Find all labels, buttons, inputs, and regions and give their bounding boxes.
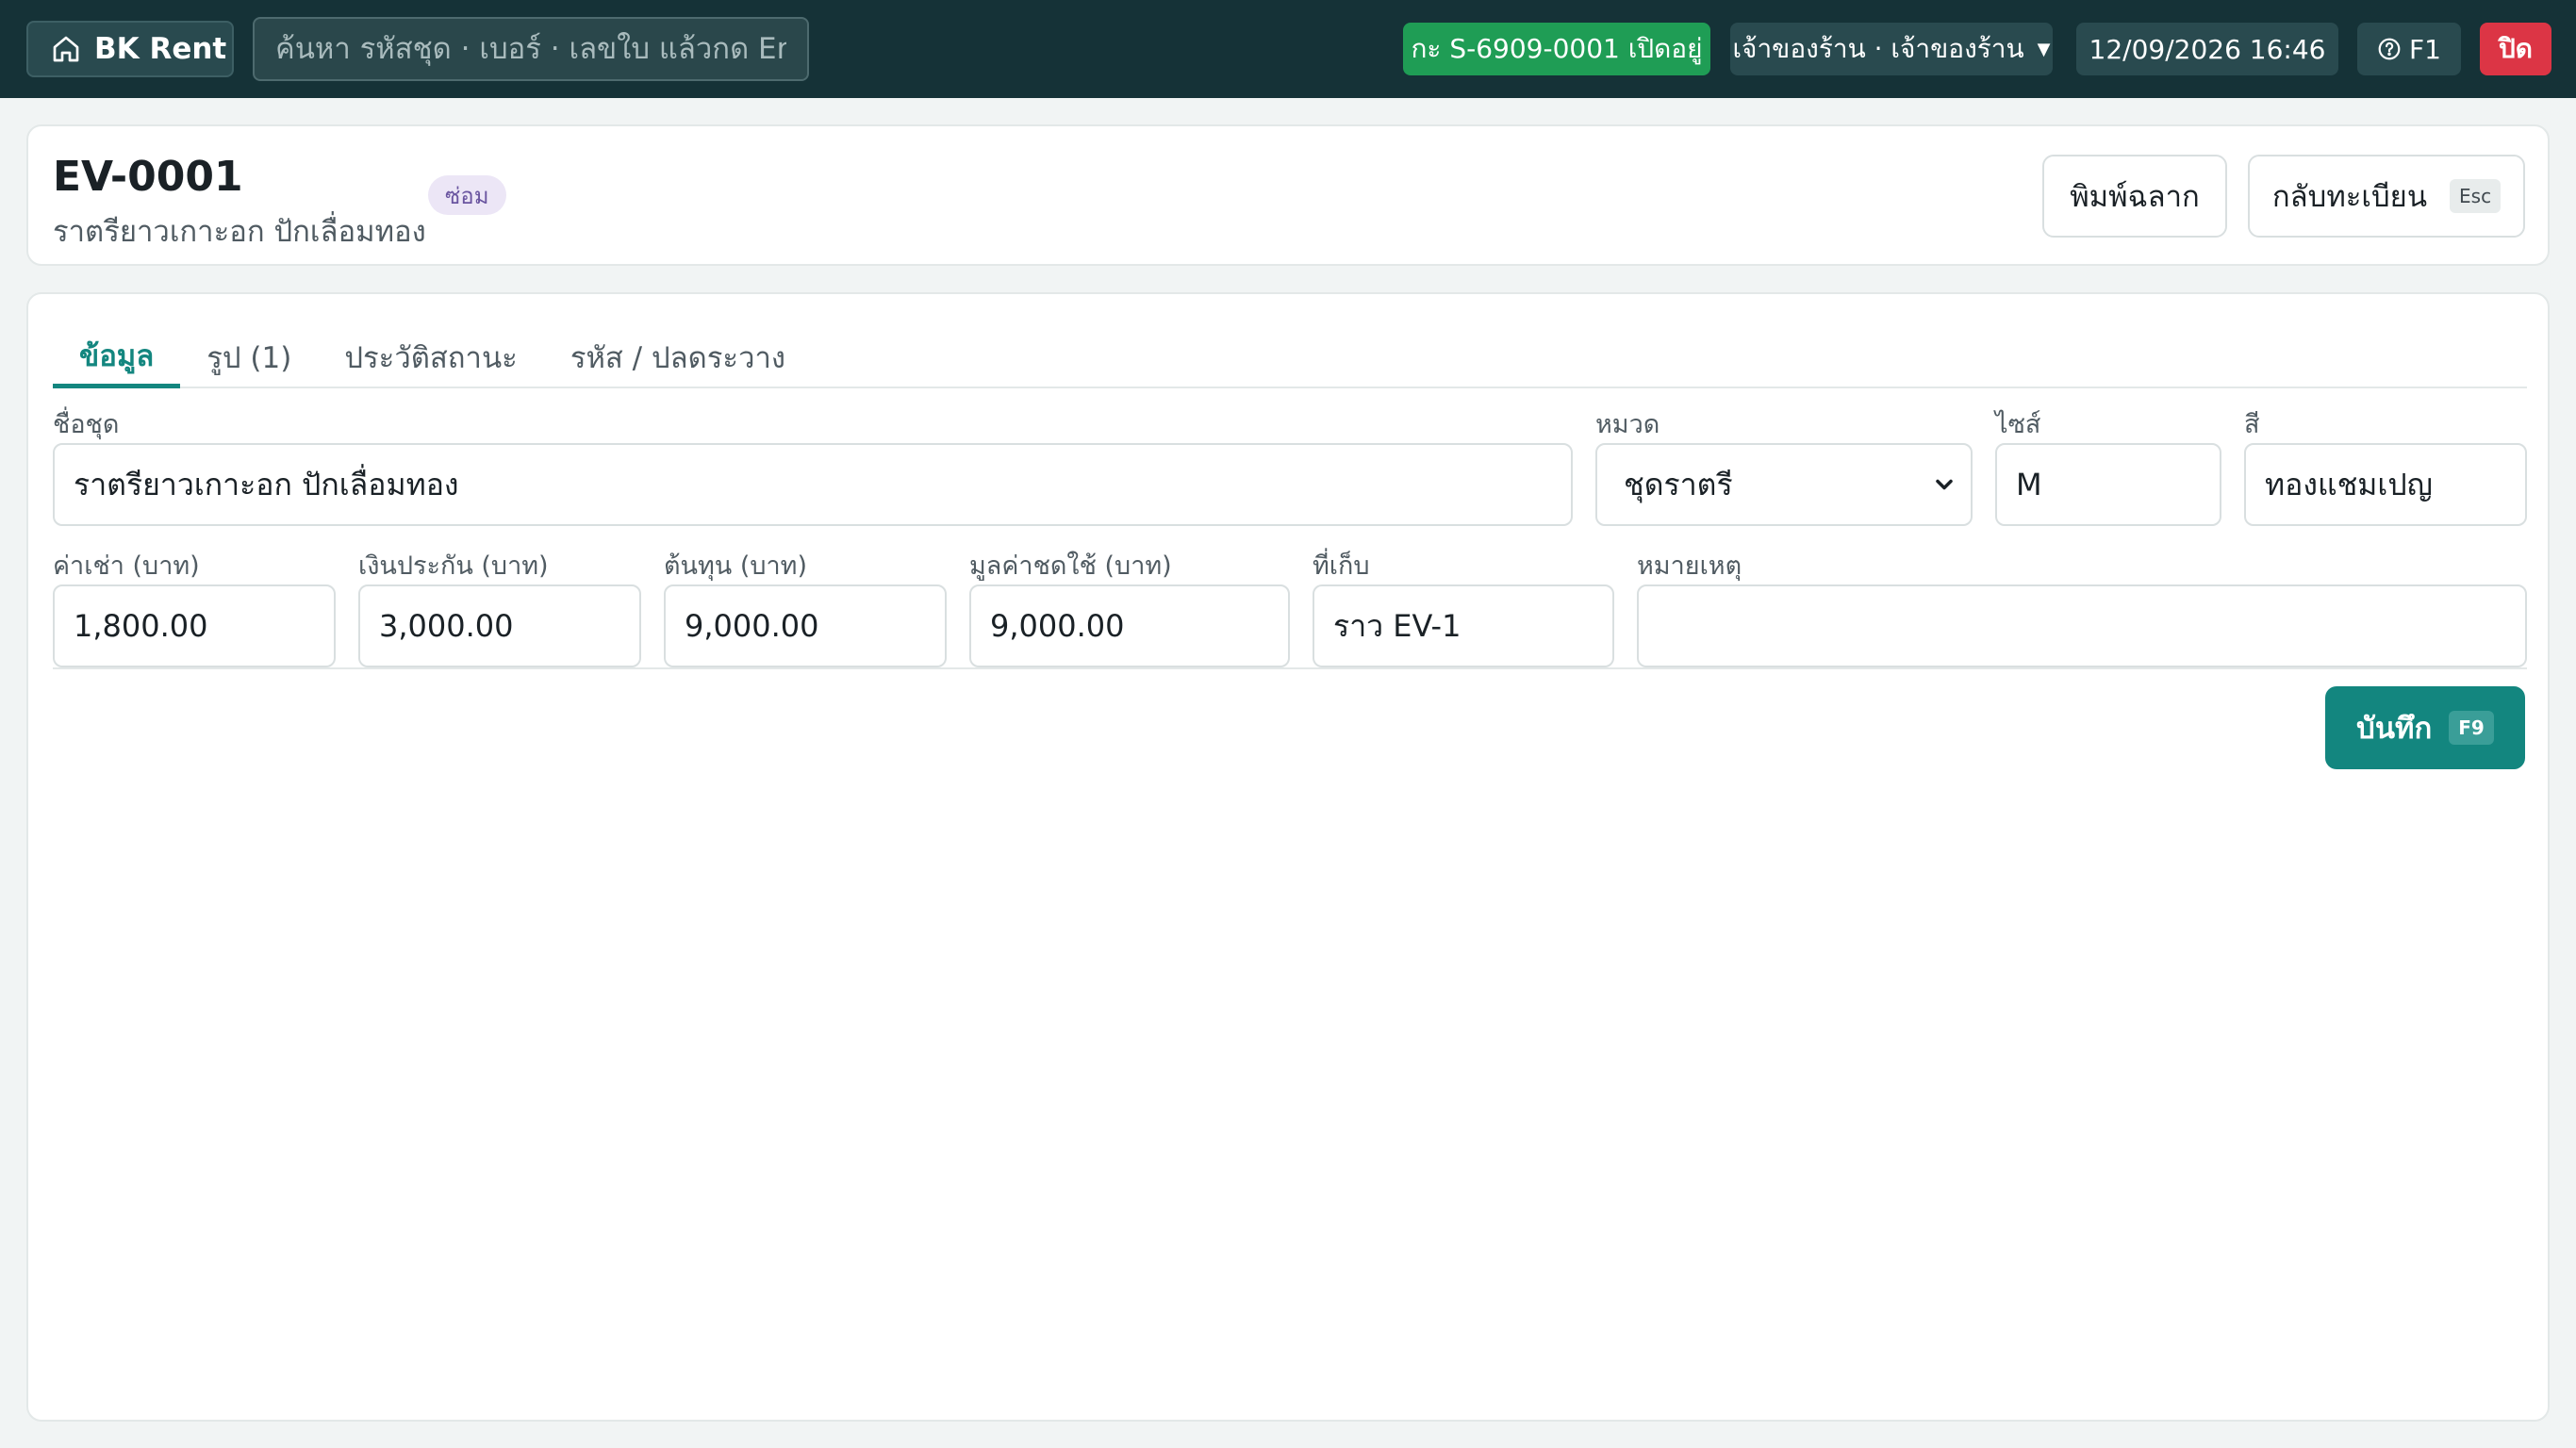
status-badge: ซ่อม bbox=[428, 175, 506, 215]
compensation-value: 9,000.00 bbox=[990, 608, 1125, 644]
print-label-button[interactable]: พิมพ์ฉลาก bbox=[2042, 155, 2227, 238]
size-value: M bbox=[2016, 467, 2042, 502]
color-label: สี bbox=[2244, 410, 2260, 439]
deposit-value: 3,000.00 bbox=[379, 608, 514, 644]
esc-shortcut-badge: Esc bbox=[2450, 179, 2502, 213]
rent-price-value: 1,800.00 bbox=[74, 608, 208, 644]
help-label: F1 bbox=[2409, 33, 2441, 65]
cost-value: 9,000.00 bbox=[685, 608, 819, 644]
search-input[interactable] bbox=[253, 17, 809, 81]
deposit-label: เงินประกัน (บาท) bbox=[358, 551, 549, 581]
chevron-down-icon bbox=[1936, 479, 1953, 490]
item-name: ราตรียาวเกาะอก ปักเลื่อมทอง bbox=[53, 215, 426, 249]
location-field[interactable]: ราว EV-1 bbox=[1313, 584, 1614, 667]
location-value: ราว EV-1 bbox=[1333, 607, 1461, 644]
user-menu[interactable]: เจ้าของร้าน · เจ้าของร้าน ▼ bbox=[1730, 23, 2053, 75]
item-code: EV-0001 bbox=[53, 153, 243, 201]
tab-photos[interactable]: รูป (1) bbox=[180, 326, 318, 388]
category-label: หมวด bbox=[1595, 410, 1660, 439]
rent-price-label: ค่าเช่า (บาท) bbox=[53, 551, 200, 581]
size-field[interactable]: M bbox=[1995, 443, 2221, 526]
tab-info[interactable]: ข้อมูล bbox=[53, 326, 181, 388]
color-value: ทองแชมเปญ bbox=[2265, 466, 2433, 502]
save-button[interactable]: บันทึก F9 bbox=[2325, 686, 2525, 769]
f9-shortcut-badge: F9 bbox=[2449, 711, 2494, 745]
item-header-card: EV-0001 ราตรียาวเกาะอก ปักเลื่อมทอง ซ่อม… bbox=[26, 124, 2550, 266]
name-field[interactable]: ราตรียาวเกาะอก ปักเลื่อมทอง bbox=[53, 443, 1573, 526]
color-field[interactable]: ทองแชมเปญ bbox=[2244, 443, 2527, 526]
name-value: ราตรียาวเกาะอก ปักเลื่อมทอง bbox=[74, 466, 459, 502]
category-value: ชุดราตรี bbox=[1624, 466, 1733, 502]
cost-label: ต้นทุน (บาท) bbox=[664, 551, 807, 581]
close-label: ปิด bbox=[2499, 33, 2533, 64]
cost-field[interactable]: 9,000.00 bbox=[664, 584, 947, 667]
size-label: ไซส์ bbox=[1995, 410, 2041, 439]
form-divider bbox=[53, 667, 2527, 669]
brand-name: BK Rent bbox=[94, 32, 227, 66]
close-button[interactable]: ปิด bbox=[2480, 23, 2551, 75]
note-field[interactable] bbox=[1637, 584, 2527, 667]
category-select[interactable]: ชุดราตรี bbox=[1595, 443, 1973, 526]
back-to-registry-button[interactable]: กลับทะเบียน Esc bbox=[2248, 155, 2525, 238]
home-button[interactable]: BK Rent bbox=[26, 21, 234, 77]
print-label-text: พิมพ์ฉลาก bbox=[2070, 180, 2200, 214]
chevron-down-icon: ▼ bbox=[2037, 39, 2051, 59]
back-label-text: กลับทะเบียน bbox=[2271, 180, 2428, 214]
location-label: ที่เก็บ bbox=[1313, 551, 1370, 581]
tab-code-retire[interactable]: รหัส / ปลดระวาง bbox=[544, 326, 812, 388]
compensation-field[interactable]: 9,000.00 bbox=[969, 584, 1290, 667]
item-detail-card: ข้อมูล รูป (1) ประวัติสถานะ รหัส / ปลดระ… bbox=[26, 292, 2550, 1422]
note-label: หมายเหตุ bbox=[1637, 551, 1742, 581]
shift-status-text: กะ S-6909-0001 เปิดอยู่ bbox=[1411, 33, 1703, 64]
help-button[interactable]: F1 bbox=[2357, 23, 2461, 75]
save-label: บันทึก bbox=[2356, 712, 2433, 746]
top-bar: BK Rent กะ S-6909-0001 เปิดอยู่ เจ้าของร… bbox=[0, 0, 2576, 98]
datetime-display: 12/09/2026 16:46 bbox=[2076, 23, 2338, 75]
user-name: เจ้าของร้าน · เจ้าของร้าน bbox=[1732, 33, 2024, 64]
shift-status-badge[interactable]: กะ S-6909-0001 เปิดอยู่ bbox=[1403, 23, 1710, 75]
tab-status-history[interactable]: ประวัติสถานะ bbox=[318, 326, 543, 388]
datetime-text: 12/09/2026 16:46 bbox=[2089, 33, 2326, 65]
rent-price-field[interactable]: 1,800.00 bbox=[53, 584, 336, 667]
home-icon bbox=[53, 36, 79, 62]
compensation-label: มูลค่าชดใช้ (บาท) bbox=[969, 551, 1172, 581]
deposit-field[interactable]: 3,000.00 bbox=[358, 584, 641, 667]
help-icon bbox=[2378, 38, 2401, 60]
name-label: ชื่อชุด bbox=[53, 410, 120, 439]
tab-bar: ข้อมูล รูป (1) ประวัติสถานะ รหัส / ปลดระ… bbox=[53, 326, 2527, 388]
